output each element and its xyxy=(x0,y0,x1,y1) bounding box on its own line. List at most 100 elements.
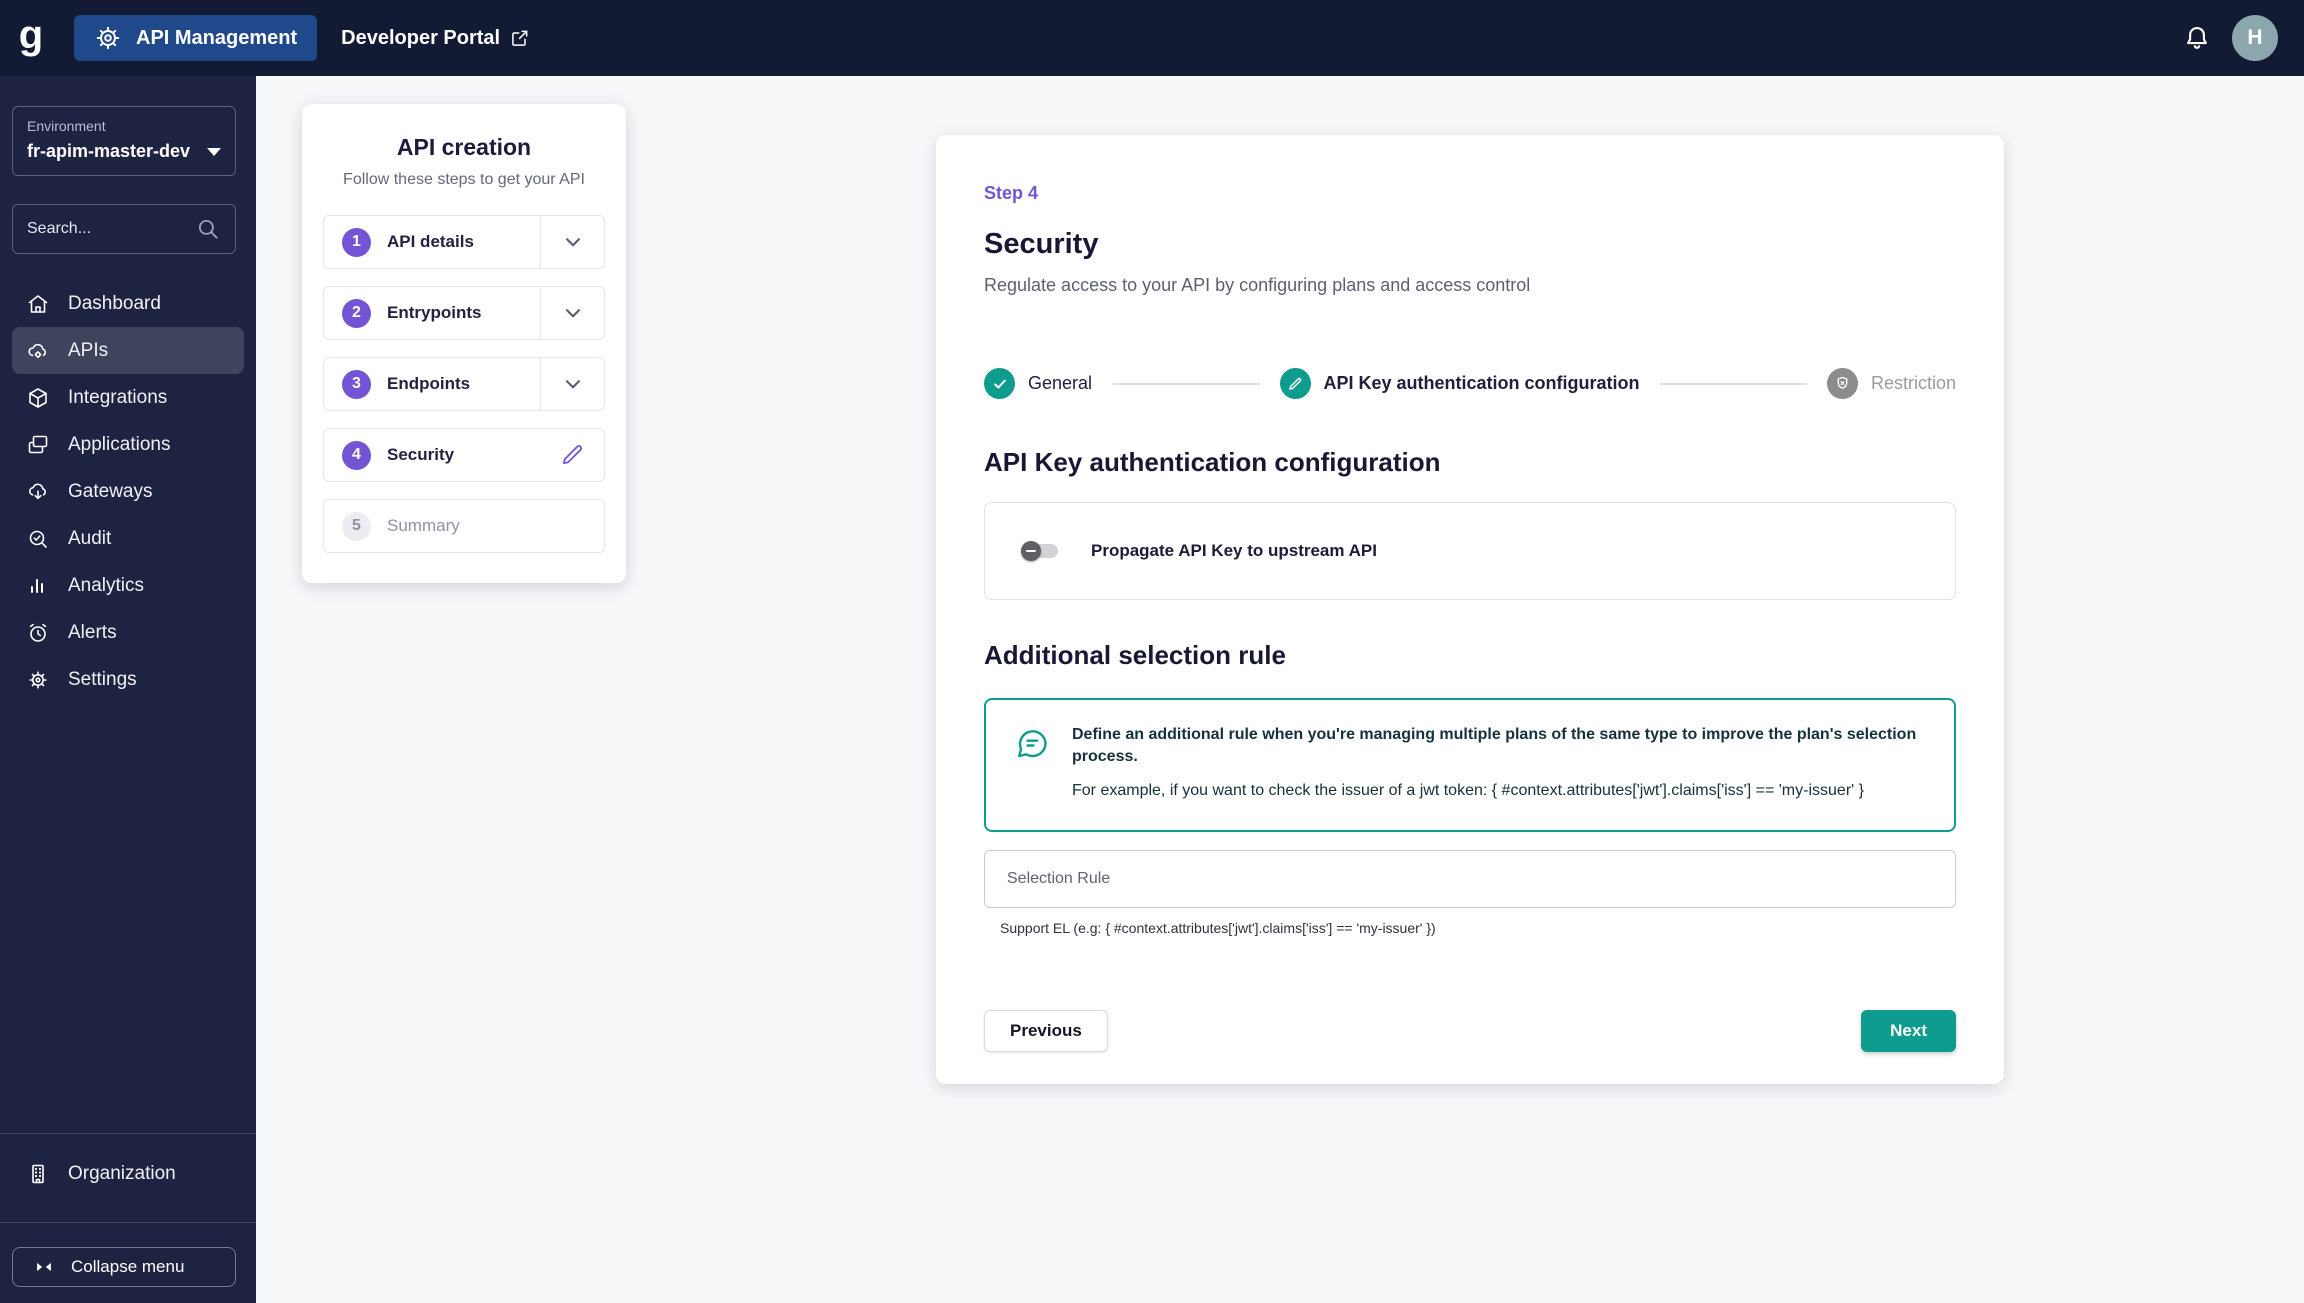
cloud-gear-icon xyxy=(26,339,50,363)
selection-rule-hint: Support EL (e.g: { #context.attributes['… xyxy=(1000,919,1436,936)
external-link-icon xyxy=(510,28,530,48)
check-icon xyxy=(991,375,1009,393)
shield-circle xyxy=(1826,368,1858,399)
api-management-button[interactable]: API Management xyxy=(74,15,318,61)
sidebar-item-organization[interactable]: Organization xyxy=(12,1150,244,1197)
bar-chart-icon xyxy=(26,574,50,598)
next-button[interactable]: Next xyxy=(1861,1010,1956,1052)
shield-icon xyxy=(1834,375,1851,392)
sidebar-item-integrations[interactable]: Integrations xyxy=(12,374,244,421)
top-bar: g API Management Developer Portal H xyxy=(0,0,2304,76)
developer-portal-label: Developer Portal xyxy=(341,26,501,49)
api-creation-subtitle: Follow these steps to get your API xyxy=(343,171,585,188)
security-substepper: General API Key authentication configura… xyxy=(984,368,1956,399)
step-number-badge: 4 xyxy=(342,440,371,470)
creation-step-api-details[interactable]: 1 API details xyxy=(323,215,605,269)
creation-step-entrypoints[interactable]: 2 Entrypoints xyxy=(323,286,605,340)
home-icon xyxy=(26,292,50,316)
sidebar-item-gateways[interactable]: Gateways xyxy=(12,468,244,515)
selection-rule-heading: Additional selection rule xyxy=(984,640,1286,670)
search-box xyxy=(12,204,236,254)
environment-value: fr-apim-master-dev xyxy=(27,141,191,161)
sidebar-item-alerts[interactable]: Alerts xyxy=(12,609,244,656)
building-icon xyxy=(26,1162,50,1186)
substep-restriction[interactable]: Restriction xyxy=(1826,368,1956,399)
edit-pencil-icon xyxy=(559,442,585,468)
security-step-card: Step 4 Security Regulate access to your … xyxy=(936,135,2004,1084)
sidebar-divider xyxy=(0,1222,256,1223)
substep-api-key-configuration[interactable]: API Key authentication configuration xyxy=(1279,368,1640,399)
sidebar-item-apis[interactable]: APIs xyxy=(12,327,244,374)
sidebar-item-settings[interactable]: Settings xyxy=(12,656,244,703)
expand-step-button[interactable] xyxy=(540,287,604,339)
environment-selector[interactable]: Environment fr-apim-master-dev xyxy=(12,106,236,176)
api-management-label: API Management xyxy=(136,26,298,49)
selection-rule-input[interactable] xyxy=(984,849,1956,908)
previous-button[interactable]: Previous xyxy=(984,1010,1108,1052)
step-number-badge: 3 xyxy=(342,369,371,399)
callout-line-2: For example, if you want to check the is… xyxy=(1072,781,1864,799)
propagate-api-key-toggle[interactable] xyxy=(1021,541,1061,561)
collapse-arrows-icon xyxy=(33,1256,55,1278)
substep-general[interactable]: General xyxy=(984,368,1092,399)
substep-connector xyxy=(1659,382,1807,385)
api-creation-title: API creation xyxy=(396,134,532,160)
step-number-badge: 5 xyxy=(342,511,371,541)
collapse-menu-button[interactable]: Collapse menu xyxy=(12,1247,236,1287)
callout-line-1: Define an additional rule when you're ma… xyxy=(1072,726,1917,766)
page-subtitle: Regulate access to your API by configuri… xyxy=(984,275,1531,295)
creation-step-endpoints[interactable]: 3 Endpoints xyxy=(323,357,605,411)
alarm-clock-icon xyxy=(26,621,50,645)
propagate-toggle-label: Propagate API Key to upstream API xyxy=(1091,541,1377,560)
edit-circle xyxy=(1279,368,1311,399)
selection-rule-callout: Define an additional rule when you're ma… xyxy=(984,698,1956,832)
creation-steps-list: 1 API details 2 Entrypoints 3 Endpoints xyxy=(323,215,605,553)
search-check-icon xyxy=(26,527,50,551)
step-label: Step 4 xyxy=(984,183,1039,203)
sidebar-item-dashboard[interactable]: Dashboard xyxy=(12,280,244,327)
creation-step-security[interactable]: 4 Security xyxy=(323,428,605,482)
search-icon xyxy=(195,216,221,242)
cloud-download-icon xyxy=(26,480,50,504)
sidebar-item-applications[interactable]: Applications xyxy=(12,421,244,468)
toggle-thumb-off-icon xyxy=(1021,541,1041,561)
notifications-button[interactable] xyxy=(2182,23,2212,53)
gear-icon xyxy=(26,668,50,692)
chevron-down-icon xyxy=(560,300,586,326)
edit-pencil-icon xyxy=(1287,376,1303,392)
chat-bubble-icon xyxy=(1014,726,1050,762)
windows-icon xyxy=(26,433,50,457)
search-input[interactable] xyxy=(27,220,187,238)
step-number-badge: 1 xyxy=(342,227,371,257)
api-management-gear-icon xyxy=(94,24,122,52)
creation-step-summary: 5 Summary xyxy=(323,499,605,553)
page-title: Security xyxy=(984,228,1099,260)
sidebar: Environment fr-apim-master-dev Dashboard xyxy=(0,76,256,1303)
user-avatar[interactable]: H xyxy=(2232,15,2278,61)
chevron-down-icon xyxy=(560,371,586,397)
step-number-badge: 2 xyxy=(342,298,371,328)
chevron-down-icon xyxy=(207,147,221,156)
expand-step-button[interactable] xyxy=(540,358,604,410)
bell-icon xyxy=(2182,23,2212,53)
environment-label: Environment xyxy=(27,118,106,134)
callout-text: Define an additional rule when you're ma… xyxy=(1072,724,1926,806)
avatar-initial: H xyxy=(2247,26,2263,49)
chevron-down-icon xyxy=(560,229,586,255)
sidebar-nav: Dashboard APIs Integrations Applications… xyxy=(12,280,244,703)
check-circle xyxy=(984,368,1015,399)
sidebar-item-audit[interactable]: Audit xyxy=(12,515,244,562)
logo-letter: g xyxy=(18,13,44,57)
sidebar-divider xyxy=(0,1133,256,1134)
api-creation-card: API creation Follow these steps to get y… xyxy=(302,104,626,583)
api-key-config-heading: API Key authentication configuration xyxy=(984,447,1441,477)
cube-icon xyxy=(26,386,50,410)
edit-step-button[interactable] xyxy=(540,429,604,481)
wizard-footer: Previous Next xyxy=(984,1010,1956,1052)
sidebar-item-analytics[interactable]: Analytics xyxy=(12,562,244,609)
substep-connector xyxy=(1112,382,1260,385)
gravitee-logo[interactable]: g xyxy=(0,15,62,61)
propagate-api-key-card: Propagate API Key to upstream API xyxy=(984,502,1956,600)
expand-step-button[interactable] xyxy=(540,216,604,268)
developer-portal-link[interactable]: Developer Portal xyxy=(341,27,530,50)
